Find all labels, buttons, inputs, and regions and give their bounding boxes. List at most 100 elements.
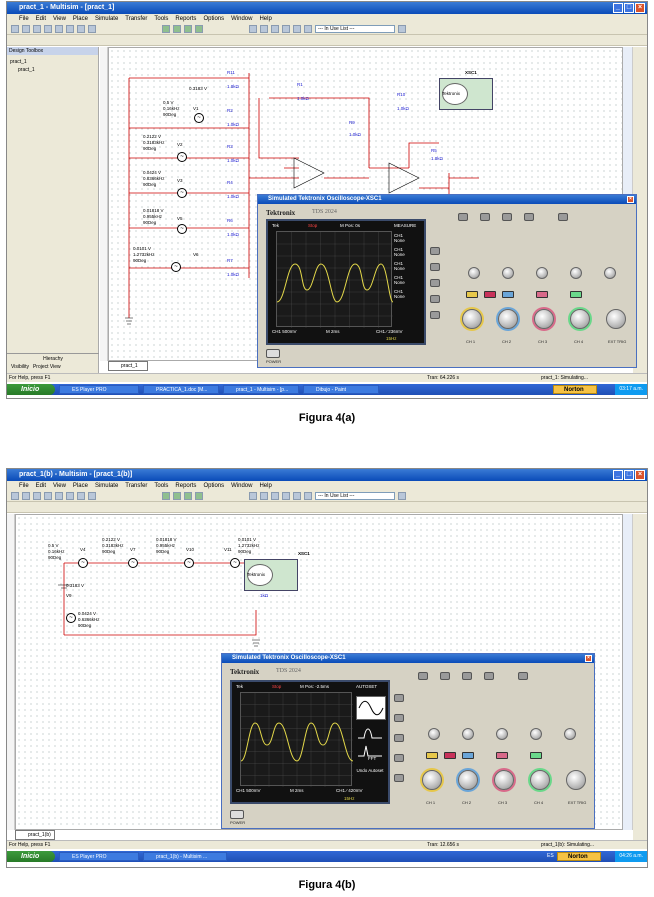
ch1-menu-button[interactable] (466, 291, 478, 298)
position-knob-3[interactable] (496, 728, 508, 740)
menu-help[interactable]: Help (259, 481, 271, 491)
power-button[interactable] (266, 349, 280, 358)
paste-icon[interactable] (77, 492, 85, 500)
zoom-out-icon[interactable] (195, 492, 203, 500)
volts-div-knob-ch3[interactable] (534, 309, 554, 329)
sec-div-knob[interactable] (566, 770, 586, 790)
menu-edit[interactable]: Edit (36, 481, 46, 491)
postprocessor-icon[interactable] (271, 492, 279, 500)
menu-file[interactable]: File (19, 481, 29, 491)
menu-tools[interactable]: Tools (154, 481, 168, 491)
source-v8[interactable]: ~ (66, 613, 76, 623)
position-knob-2[interactable] (462, 728, 474, 740)
oscilloscope-component[interactable]: Tektronix (244, 559, 298, 591)
source-v6[interactable]: ~ (171, 262, 181, 272)
database-icon[interactable] (293, 25, 301, 33)
oscilloscope-component[interactable]: Tektronix (439, 78, 493, 110)
task-es-player[interactable]: ES Player PRO (59, 385, 139, 394)
norton-button[interactable]: Norton (557, 852, 601, 861)
menu-transfer[interactable]: Transfer (125, 481, 147, 491)
menu-view[interactable]: View (53, 14, 66, 24)
menu-place[interactable]: Place (73, 14, 88, 24)
task-multisim[interactable]: pract_1 - Multisim - [p... (223, 385, 299, 394)
source-v11[interactable]: ~ (230, 558, 240, 568)
open-icon[interactable] (22, 492, 30, 500)
undo-icon[interactable] (88, 492, 96, 500)
volts-div-knob-ch2[interactable] (458, 770, 478, 790)
option-button-2[interactable] (394, 714, 404, 722)
close-button[interactable]: × (635, 3, 645, 13)
print-icon[interactable] (44, 25, 52, 33)
zoom-fit-icon[interactable] (162, 25, 170, 33)
task-multisim[interactable]: pract_1(b) - Multisim ... (143, 852, 227, 861)
menu-button-save[interactable] (418, 672, 428, 680)
volts-div-knob-ch4[interactable] (570, 309, 590, 329)
cut-icon[interactable] (55, 25, 63, 33)
ch2-menu-button[interactable] (462, 752, 474, 759)
minimize-button[interactable]: _ (613, 3, 623, 13)
component-icon[interactable] (249, 25, 257, 33)
volts-div-knob-ch2[interactable] (498, 309, 518, 329)
save-icon[interactable] (33, 492, 41, 500)
source-v7[interactable]: ~ (128, 558, 138, 568)
ch1-menu-button[interactable] (426, 752, 438, 759)
menu-simulate[interactable]: Simulate (95, 481, 118, 491)
menu-button-autoset[interactable] (558, 213, 568, 221)
menu-file[interactable]: File (19, 14, 29, 24)
component-icon[interactable] (249, 492, 257, 500)
help-icon[interactable] (398, 25, 406, 33)
horizontal-position-knob[interactable] (604, 267, 616, 279)
copy-icon[interactable] (66, 492, 74, 500)
erc-icon[interactable] (282, 492, 290, 500)
ch3-menu-button[interactable] (536, 291, 548, 298)
volts-div-knob-ch3[interactable] (494, 770, 514, 790)
zoom-area-icon[interactable] (173, 25, 181, 33)
erc-icon[interactable] (282, 25, 290, 33)
ch3-menu-button[interactable] (496, 752, 508, 759)
menu-button-measure[interactable] (440, 672, 450, 680)
tree-item-sheet[interactable]: pract_1 (10, 66, 95, 74)
option-button-4[interactable] (394, 754, 404, 762)
option-button-1[interactable] (430, 247, 440, 255)
position-knob-1[interactable] (468, 267, 480, 279)
copy-icon[interactable] (66, 25, 74, 33)
math-menu-button[interactable] (444, 752, 456, 759)
new-icon[interactable] (11, 492, 19, 500)
math-menu-button[interactable] (484, 291, 496, 298)
task-practica-doc[interactable]: PRACTICA_1.doc [M... (143, 385, 219, 394)
option-button-5[interactable] (430, 311, 440, 319)
new-icon[interactable] (11, 25, 19, 33)
volts-div-knob-ch4[interactable] (530, 770, 550, 790)
position-knob-1[interactable] (428, 728, 440, 740)
oscilloscope-close-button[interactable]: × (627, 196, 634, 203)
oscilloscope-window[interactable]: Simulated Tektronix Oscilloscope-XSC1 × … (257, 194, 637, 368)
position-knob-4[interactable] (530, 728, 542, 740)
maximize-button[interactable]: □ (624, 470, 634, 480)
tree-item-root[interactable]: pract_1 (10, 58, 95, 66)
menu-help[interactable]: Help (259, 14, 271, 24)
start-button[interactable]: Inicio (7, 384, 55, 395)
source-v5[interactable]: ~ (177, 224, 187, 234)
open-icon[interactable] (22, 25, 30, 33)
menu-button-acquire[interactable] (462, 672, 472, 680)
menu-button-save[interactable] (458, 213, 468, 221)
paste-icon[interactable] (77, 25, 85, 33)
menu-place[interactable]: Place (73, 481, 88, 491)
sheet-tab[interactable]: pract_1(b) (15, 830, 55, 840)
position-knob-3[interactable] (536, 267, 548, 279)
language-indicator[interactable]: ES (547, 851, 554, 862)
option-button-3[interactable] (394, 734, 404, 742)
menu-tools[interactable]: Tools (154, 14, 168, 24)
menu-button-run[interactable] (484, 672, 494, 680)
menu-edit[interactable]: Edit (36, 14, 46, 24)
help-icon[interactable] (398, 492, 406, 500)
right-scrollbar[interactable] (623, 514, 633, 830)
grapher-icon[interactable] (260, 25, 268, 33)
task-paint[interactable]: Dibujo - Paint (303, 385, 379, 394)
zoom-out-icon[interactable] (195, 25, 203, 33)
source-v4[interactable]: ~ (78, 558, 88, 568)
maximize-button[interactable]: □ (624, 3, 634, 13)
zoom-in-icon[interactable] (184, 25, 192, 33)
option-button-4[interactable] (430, 295, 440, 303)
oscilloscope-window[interactable]: Simulated Tektronix Oscilloscope-XSC1 × … (221, 653, 595, 829)
